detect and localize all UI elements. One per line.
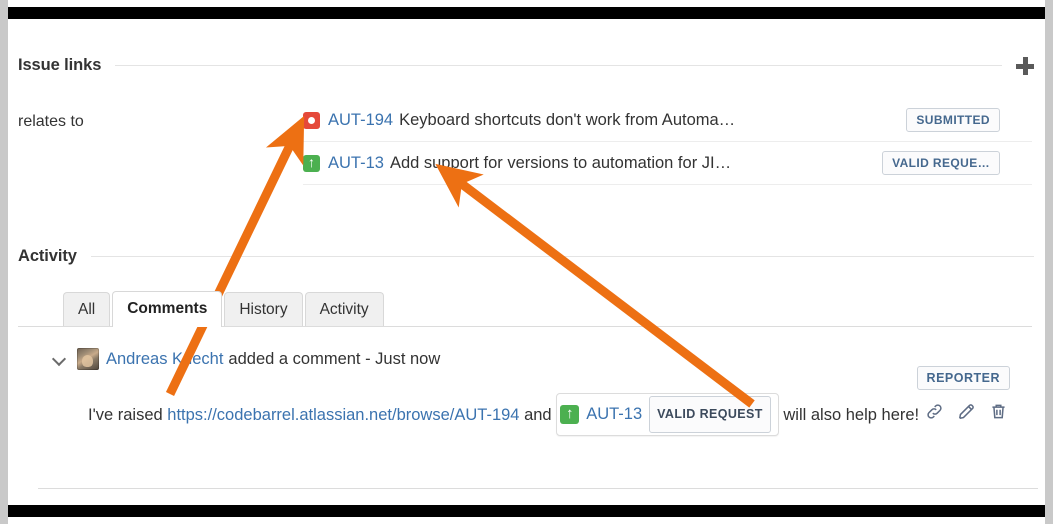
issue-links-header: Issue links bbox=[18, 56, 1034, 75]
issue-links-heading: Issue links bbox=[18, 56, 102, 74]
window-frame-top-bar bbox=[8, 7, 1045, 19]
add-link-icon[interactable] bbox=[1016, 56, 1034, 75]
comment-item: Andreas Knecht added a comment - Just no… bbox=[18, 339, 1032, 436]
issue-detail-panel: Issue links relates to AUT-194 Keyboard … bbox=[8, 19, 1042, 505]
improvement-icon bbox=[560, 403, 580, 424]
window-frame-corner-tl bbox=[0, 0, 8, 12]
reporter-badge[interactable]: REPORTER bbox=[916, 366, 1010, 390]
comment-meta-text: added a comment - Just now bbox=[228, 349, 441, 368]
issue-link-relationship-label: relates to bbox=[18, 113, 84, 130]
issue-links-list: relates to AUT-194 Keyboard shortcuts do… bbox=[18, 99, 1032, 185]
pencil-icon[interactable] bbox=[957, 402, 976, 421]
inline-issue-key-link[interactable]: AUT-13 bbox=[586, 400, 642, 429]
window-frame-bottom-bar bbox=[8, 505, 1045, 517]
tab-activity[interactable]: Activity bbox=[304, 292, 384, 327]
issue-link-rows: AUT-194 Keyboard shortcuts don't work fr… bbox=[303, 99, 1032, 185]
issue-summary-text: Keyboard shortcuts don't work from Autom… bbox=[399, 110, 736, 129]
tab-all[interactable]: All bbox=[63, 292, 111, 327]
link-icon[interactable] bbox=[925, 402, 944, 421]
comment-text-suffix: will also help here! bbox=[778, 406, 920, 424]
activity-heading: Activity bbox=[18, 247, 77, 265]
comment-author-link[interactable]: Andreas Knecht bbox=[106, 350, 223, 369]
comment-header: Andreas Knecht added a comment - Just no… bbox=[18, 339, 1032, 379]
inline-status-badge: VALID REQUEST bbox=[649, 396, 771, 433]
comment-body: I've raised https://codebarrel.atlassian… bbox=[18, 393, 1032, 436]
window-frame-right-edge bbox=[1045, 12, 1053, 512]
comment-bottom-divider bbox=[38, 488, 1038, 489]
tab-history[interactable]: History bbox=[224, 292, 303, 327]
status-badge[interactable]: VALID REQUE… bbox=[882, 151, 1000, 175]
comment-text-prefix: I've raised bbox=[88, 406, 168, 424]
status-badge[interactable]: SUBMITTED bbox=[906, 108, 1000, 132]
chevron-down-icon[interactable] bbox=[53, 352, 67, 366]
comment-url-link[interactable]: https://codebarrel.atlassian.net/browse/… bbox=[167, 406, 519, 424]
issue-links-divider bbox=[115, 65, 1002, 66]
window-frame-left-edge bbox=[0, 12, 8, 512]
issue-key-link[interactable]: AUT-194 bbox=[328, 111, 393, 130]
trash-icon[interactable] bbox=[989, 402, 1008, 421]
activity-header: Activity bbox=[18, 247, 1034, 266]
comment-action-icons bbox=[917, 402, 1010, 421]
comment-text-middle: and bbox=[519, 406, 557, 424]
window-frame-corner-bl bbox=[0, 505, 8, 524]
issue-summary-text: Add support for versions to automation f… bbox=[389, 153, 732, 172]
issue-link-row[interactable]: AUT-13 Add support for versions to autom… bbox=[303, 142, 1032, 185]
screenshot-root: Issue links relates to AUT-194 Keyboard … bbox=[0, 0, 1053, 524]
improvement-icon bbox=[303, 153, 320, 172]
issue-link-row[interactable]: AUT-194 Keyboard shortcuts don't work fr… bbox=[303, 99, 1032, 142]
activity-divider bbox=[90, 256, 1034, 257]
issue-key-link[interactable]: AUT-13 bbox=[328, 154, 384, 173]
issue-link-group: relates to AUT-194 Keyboard shortcuts do… bbox=[18, 99, 1032, 185]
tab-comments[interactable]: Comments bbox=[112, 291, 223, 327]
window-frame-corner-br bbox=[1045, 505, 1053, 524]
avatar bbox=[77, 348, 99, 370]
inline-issue-card[interactable]: AUT-13VALID REQUEST bbox=[556, 393, 779, 436]
comment-right-controls: REPORTER bbox=[916, 366, 1010, 421]
activity-tabs: All Comments History Activity bbox=[63, 289, 386, 327]
bug-icon bbox=[303, 111, 320, 129]
window-frame-corner-tr bbox=[1045, 0, 1053, 12]
